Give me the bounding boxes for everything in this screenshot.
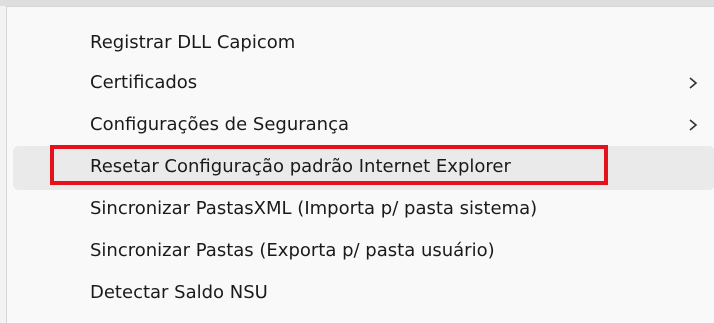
menu-item-sincronizar-pastasxml[interactable]: Sincronizar PastasXML (Importa p/ pasta … (13, 188, 714, 232)
menu-item-label: Sincronizar PastasXML (Importa p/ pasta … (90, 198, 538, 219)
menu-item-label: Sincronizar Pastas (Exporta p/ pasta usu… (90, 240, 495, 261)
menu-item-configuracoes-de-seguranca[interactable]: Configurações de Segurança (13, 104, 714, 148)
menu-item-certificados[interactable]: Certificados (13, 62, 714, 106)
context-menu: Registrar DLL Capicom Certificados Confi… (6, 6, 714, 323)
menu-item-label: Configurações de Segurança (90, 114, 349, 135)
menu-item-label: Detectar Saldo NSU (90, 282, 268, 303)
menu-item-label: Resetar Configuração padrão Internet Exp… (90, 156, 511, 177)
chevron-right-icon (689, 77, 698, 89)
menu-item-registrar-dll-capicom[interactable]: Registrar DLL Capicom (13, 22, 714, 66)
menu-item-detectar-saldo-nsu[interactable]: Detectar Saldo NSU (13, 272, 714, 316)
menu-item-sincronizar-pastas[interactable]: Sincronizar Pastas (Exporta p/ pasta usu… (13, 230, 714, 274)
chevron-right-icon (689, 119, 698, 131)
menu-item-label: Registrar DLL Capicom (90, 32, 296, 53)
menu-item-resetar-configuracao-ie[interactable]: Resetar Configuração padrão Internet Exp… (13, 146, 714, 190)
menu-item-label: Certificados (90, 72, 198, 93)
